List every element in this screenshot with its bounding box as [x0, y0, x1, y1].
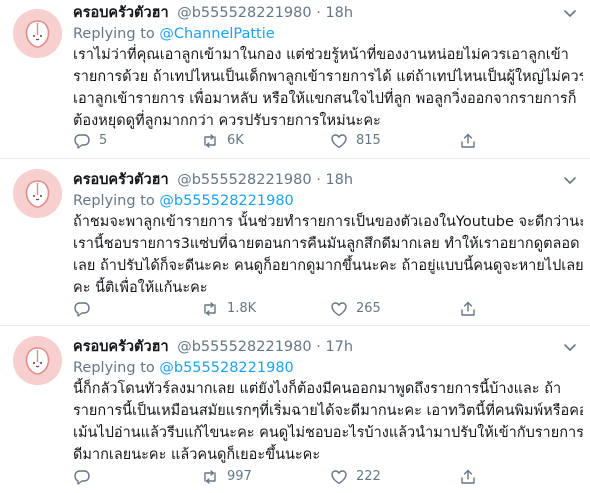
chevron-down-icon[interactable] — [562, 172, 578, 188]
tweet[interactable]: ครอบครัวตัวฮา @b555528221980 · 18h Reply… — [0, 0, 590, 159]
tweet-text-line: เรานี้ชอบรายการ3แซ่บที่ฉายตอนการคืนมันลู… — [73, 236, 580, 252]
like-count: 222 — [356, 469, 381, 484]
tweet-text-line: ถ้าชมจะพาลูกเข้ารายการ นั้นช่วยทำรายการเ… — [73, 214, 583, 230]
replying-to: Replying to @ChannelPattie — [73, 24, 275, 44]
retweet-button[interactable]: 6K — [201, 130, 244, 152]
tweet-header: ครอบครัวตัวฮา @b555528221980 · 18h — [73, 3, 353, 23]
share-button[interactable] — [459, 298, 477, 320]
heart-icon — [331, 470, 347, 485]
tweet-text-line: นี้ก็กลัวโดนทัวร์ลงมากเลย แต่ยังไงก็ต้อง… — [73, 381, 562, 397]
timestamp[interactable]: 17h — [325, 339, 353, 355]
tweet-text-line: ดีมากเลยนะคะ แล้วคนดูก็เยอะขึ้นนะคะ — [73, 447, 321, 463]
tweet-text-line: รายการด้วย ถ้าเทปไหนเป็นเด็กพาลูกเข้าราย… — [73, 69, 583, 85]
retweet-icon — [204, 302, 216, 316]
reply-count: 5 — [99, 133, 108, 148]
peach-avatar-icon — [13, 9, 62, 58]
tweet-text-line: เม้นไปอ่านแล้วรีบแก้ไขนะคะ คนดูไม่ชอบอะไ… — [73, 425, 583, 441]
tweet-text: นี้ก็กลัวโดนทัวร์ลงมากเลย แต่ยังไงก็ต้อง… — [73, 378, 583, 466]
peach-avatar-icon — [13, 169, 62, 218]
replying-to-label: Replying to — [73, 193, 155, 209]
like-button[interactable]: 815 — [330, 130, 381, 152]
tweet-actions: 1.8K 265 — [73, 298, 573, 320]
retweet-button[interactable]: 1.8K — [201, 298, 256, 320]
tweet-text-line: เลย ถ้าปรับได้ก็จะดีนะคะ คนดูก็อยากดูมาก… — [73, 258, 583, 274]
like-count: 265 — [356, 301, 381, 316]
reply-icon — [74, 470, 90, 485]
chevron-down-icon[interactable] — [562, 5, 578, 21]
like-button[interactable]: 222 — [330, 466, 381, 488]
share-button[interactable] — [459, 130, 477, 152]
display-name[interactable]: ครอบครัวตัวฮา — [73, 5, 169, 21]
retweet-button[interactable]: 997 — [201, 466, 252, 488]
share-icon — [461, 133, 475, 148]
reply-icon — [74, 302, 90, 317]
retweet-count: 1.8K — [227, 301, 257, 316]
heart-icon — [331, 134, 347, 149]
tweet-header: ครอบครัวตัวฮา @b555528221980 · 17h — [73, 337, 353, 357]
tweet-text-line: เราไม่ว่าที่คุณเอาลูกเข้ามาในกอง แต่ช่วย… — [73, 47, 569, 63]
display-name[interactable]: ครอบครัวตัวฮา — [73, 339, 169, 355]
reply-button[interactable] — [73, 466, 99, 488]
tweet-text-line: คะ นี้ติเพื่อให้แก้นะคะ — [73, 280, 208, 296]
tweet-header: ครอบครัวตัวฮา @b555528221980 · 18h — [73, 170, 353, 190]
peach-avatar-icon — [13, 336, 62, 385]
like-button[interactable]: 265 — [330, 298, 381, 320]
mention-link[interactable]: @b555528221980 — [159, 193, 293, 209]
separator-dot: · — [316, 339, 321, 355]
tweet-text: เราไม่ว่าที่คุณเอาลูกเข้ามาในกอง แต่ช่วย… — [73, 44, 583, 132]
timestamp[interactable]: 18h — [325, 172, 353, 188]
chevron-down-icon[interactable] — [562, 339, 578, 355]
user-handle[interactable]: @b555528221980 — [177, 339, 311, 355]
reply-button[interactable] — [73, 298, 99, 320]
separator-dot: · — [316, 5, 321, 21]
share-button[interactable] — [459, 466, 477, 488]
avatar[interactable] — [13, 9, 62, 58]
mention-link[interactable]: @b555528221980 — [159, 360, 293, 376]
tweet-text: ถ้าชมจะพาลูกเข้ารายการ นั้นช่วยทำรายการเ… — [73, 211, 583, 299]
tweet-actions: 5 6K 815 — [73, 130, 573, 152]
retweet-count: 6K — [227, 133, 244, 148]
retweet-count: 997 — [227, 469, 252, 484]
display-name[interactable]: ครอบครัวตัวฮา — [73, 172, 169, 188]
reply-button[interactable]: 5 — [73, 130, 107, 152]
heart-icon — [331, 302, 347, 317]
tweet-text-line: เอาลูกเข้ารายการ เพื่อมาหลับ หรือให้แขกส… — [73, 91, 577, 107]
share-icon — [461, 469, 475, 484]
share-icon — [461, 301, 475, 316]
replying-to-label: Replying to — [73, 26, 155, 42]
tweet[interactable]: ครอบครัวตัวฮา @b555528221980 · 18h Reply… — [0, 160, 590, 326]
tweet-text-line: ต้องหยุดดูที่ลูกมากกว่า ควรปรับรายการใหม… — [73, 113, 381, 129]
tweet-text-line: รายการนี้เป็นเหมือนสมัยแรกๆที่เริ่มฉายได… — [73, 403, 583, 419]
tweet-feed: ครอบครัวตัวฮา @b555528221980 · 18h Reply… — [0, 0, 590, 493]
separator-dot: · — [316, 172, 321, 188]
tweet[interactable]: ครอบครัวตัวฮา @b555528221980 · 17h Reply… — [0, 327, 590, 493]
like-count: 815 — [356, 133, 381, 148]
avatar[interactable] — [13, 336, 62, 385]
retweet-icon — [204, 134, 216, 148]
avatar[interactable] — [13, 169, 62, 218]
replying-to: Replying to @b555528221980 — [73, 358, 294, 378]
tweet-actions: 997 222 — [73, 466, 573, 488]
replying-to-label: Replying to — [73, 360, 155, 376]
retweet-icon — [204, 470, 216, 484]
replying-to: Replying to @b555528221980 — [73, 191, 294, 211]
user-handle[interactable]: @b555528221980 — [177, 172, 311, 188]
mention-link[interactable]: @ChannelPattie — [159, 26, 274, 42]
timestamp[interactable]: 18h — [325, 5, 353, 21]
user-handle[interactable]: @b555528221980 — [177, 5, 311, 21]
reply-icon — [74, 134, 90, 149]
